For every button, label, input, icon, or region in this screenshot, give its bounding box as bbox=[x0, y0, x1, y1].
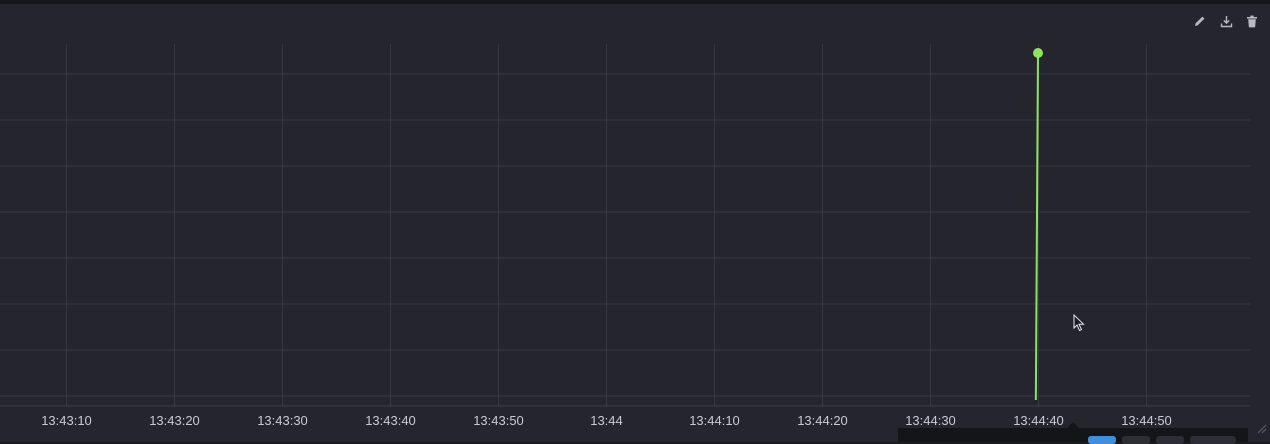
x-tick-label: 13:44 bbox=[590, 413, 623, 428]
pencil-icon bbox=[1194, 15, 1206, 27]
x-tick-label: 13:43:30 bbox=[257, 413, 308, 428]
download-icon bbox=[1220, 15, 1233, 28]
resize-handle-icon[interactable] bbox=[1255, 421, 1267, 439]
tooltip-button[interactable] bbox=[1190, 436, 1236, 444]
x-tick-label: 13:44:10 bbox=[689, 413, 740, 428]
x-tick-label: 13:43:20 bbox=[149, 413, 200, 428]
series-line bbox=[1036, 53, 1038, 400]
chart-panel: 13:43:10 13:43:20 13:43:30 13:43:40 13:43:50… bbox=[0, 4, 1270, 442]
tooltip-button-primary[interactable] bbox=[1088, 436, 1116, 444]
x-tick-label: 13:44:40 bbox=[1013, 413, 1064, 428]
x-axis-ticks: 13:43:10 13:43:20 13:43:30 13:43:40 13:43:50… bbox=[41, 413, 1172, 428]
tooltip-button[interactable] bbox=[1156, 436, 1184, 444]
series-point-marker[interactable] bbox=[1033, 48, 1043, 58]
x-tick-label: 13:43:10 bbox=[41, 413, 92, 428]
tooltip-button[interactable] bbox=[1122, 436, 1150, 444]
x-tick-label: 13:44:50 bbox=[1121, 413, 1172, 428]
download-button[interactable] bbox=[1218, 13, 1234, 29]
x-tick-label: 13:44:30 bbox=[905, 413, 956, 428]
x-tick-label: 13:43:50 bbox=[473, 413, 524, 428]
grid-lines bbox=[0, 44, 1250, 406]
mouse-cursor-icon bbox=[1073, 314, 1085, 337]
delete-button[interactable] bbox=[1244, 13, 1260, 29]
time-series-chart: 13:43:10 13:43:20 13:43:30 13:43:40 13:43:50… bbox=[0, 4, 1270, 442]
x-tick-label: 13:43:40 bbox=[365, 413, 416, 428]
panel-toolbar bbox=[1192, 13, 1260, 29]
x-tick-label: 13:44:20 bbox=[797, 413, 848, 428]
edit-button[interactable] bbox=[1192, 13, 1208, 29]
trash-icon bbox=[1246, 15, 1258, 28]
